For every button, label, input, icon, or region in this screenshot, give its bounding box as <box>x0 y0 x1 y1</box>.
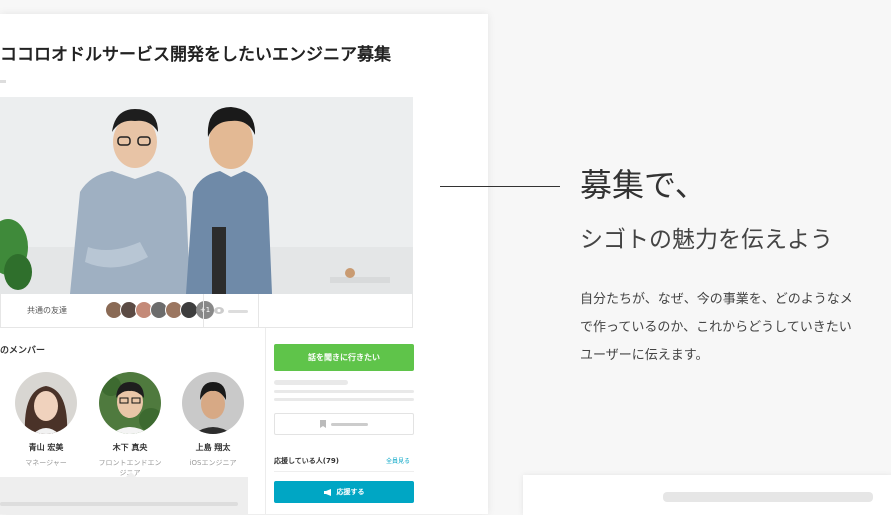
team-photo <box>0 97 413 294</box>
feature-description-line: で作っているのか、これからどうしていきたい <box>580 320 852 335</box>
member-card[interactable]: 木下 真央 フロントエンドエンジニア <box>96 372 164 478</box>
team-photo-illustration <box>0 97 413 294</box>
text-placeholder <box>274 390 414 393</box>
next-section-card <box>523 475 891 515</box>
member-name: 青山 宏美 <box>28 443 64 452</box>
stats-divider <box>203 294 204 327</box>
bookmark-icon <box>320 420 326 428</box>
job-title[interactable]: ココロオドルサービス開発をしたいエンジニア募集 <box>0 40 470 65</box>
member-role: マネージャー <box>25 459 67 467</box>
feature-description-line: ユーザーに伝えます。 <box>580 348 709 363</box>
feature-description-line: 自分たちが、なぜ、今の事業を、どのようなメ <box>580 292 853 307</box>
members-title: のメンバー <box>0 346 46 356</box>
supporters-divider <box>274 471 414 472</box>
member-role: iOSエンジニア <box>189 459 237 467</box>
member-avatar[interactable] <box>99 372 161 434</box>
supporters-header: 応援している人(79) 全員見る <box>274 456 414 470</box>
text-placeholder <box>274 398 414 401</box>
member-avatar-image <box>99 372 161 434</box>
member-name: 木下 真央 <box>112 443 148 452</box>
bookmark-button[interactable] <box>274 413 414 435</box>
member-avatar[interactable] <box>182 372 244 434</box>
friends-more-badge[interactable]: +1 <box>196 301 214 319</box>
member-avatar-image <box>182 372 244 434</box>
view-count-placeholder <box>228 310 248 313</box>
member-card[interactable]: 上島 翔太 iOSエンジニア <box>179 372 247 468</box>
feature-headline: 募集で、 <box>580 166 707 204</box>
next-card-text-placeholder <box>663 492 873 502</box>
bookmark-label-placeholder <box>331 423 368 426</box>
friend-avatars[interactable]: +1 <box>105 301 214 319</box>
job-post-card: ココロオドルサービス開発をしたいエンジニア募集 共通の友達 +1 のメンバー 青… <box>0 14 488 514</box>
sidebar-divider <box>265 328 266 514</box>
member-avatar-image <box>15 372 77 434</box>
stats-bar: 共通の友達 +1 <box>0 294 413 328</box>
member-detail-panel <box>0 477 248 514</box>
text-placeholder <box>274 380 348 385</box>
member-name: 上島 翔太 <box>195 443 231 452</box>
member-avatar[interactable] <box>15 372 77 434</box>
title-underline <box>0 80 6 83</box>
connector-line <box>440 186 560 187</box>
feature-subheadline: シゴトの魅力を伝えよう <box>580 227 833 253</box>
friends-label: 共通の友達 <box>27 306 67 315</box>
see-all-link[interactable]: 全員見る <box>386 456 410 465</box>
eye-icon <box>214 307 224 314</box>
supporters-count: 応援している人(79) <box>274 457 339 465</box>
megaphone-icon <box>323 488 331 496</box>
cheer-button-label: 応援する <box>336 488 365 496</box>
member-detail-placeholder <box>0 502 238 506</box>
stats-divider <box>258 294 259 327</box>
member-card[interactable]: 青山 宏美 マネージャー <box>12 372 80 468</box>
talk-button[interactable]: 話を聞きに行きたい <box>274 344 414 371</box>
